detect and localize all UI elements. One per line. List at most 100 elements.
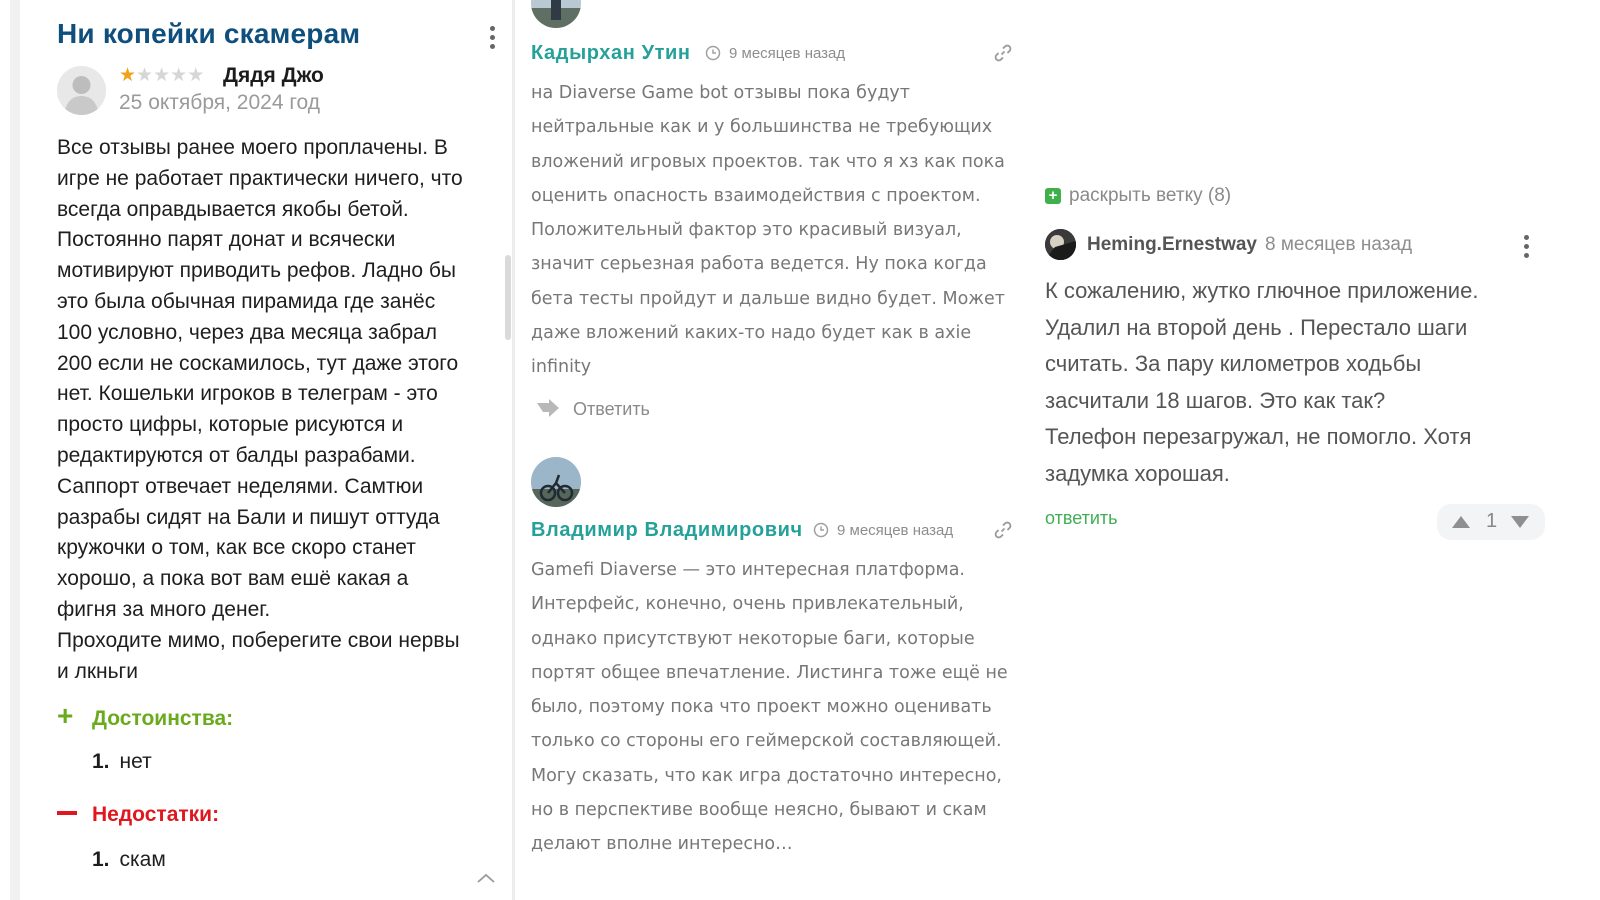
comment-line: нейтральные как и у большинства не требу… [531, 117, 993, 138]
comments-list: Кадырхан Утин 9 месяцев назад на Diavers… [515, 0, 1035, 900]
plus-icon: + [57, 700, 74, 731]
star-icon: ★ [136, 65, 154, 86]
comment-line: делают вполне интересно… [531, 834, 793, 855]
star-icon: ★ [187, 65, 205, 86]
star-icon: ★ [170, 65, 188, 86]
more-options-icon[interactable] [1524, 235, 1530, 261]
vote-widget: 1 [1437, 504, 1545, 540]
pros-heading: + Достоинства: [57, 700, 234, 731]
comment-line: однако присутствуют некоторые баги, кото… [531, 628, 975, 649]
avatar[interactable] [57, 66, 106, 115]
comment-line: вложений игровых проектов. так что я хз … [531, 151, 1005, 172]
avatar[interactable] [1045, 229, 1076, 260]
cons-text: скам [119, 848, 166, 871]
comment-author[interactable]: Кадырхан Утин [531, 42, 691, 65]
review-line: редактируются от балды разрабами. [57, 443, 416, 467]
comment-line: засчитали 18 шагов. Это как так? [1045, 387, 1386, 413]
review-line: нет. Кошельки игроков в телеграм - это [57, 382, 438, 406]
comment-line: К сожалению, жутко глючное приложение. [1045, 278, 1479, 303]
comment-line: значит серьезная работа ведется. Ну пока… [531, 254, 987, 275]
minus-icon [57, 811, 77, 815]
comment-line: Положительный фактор это красивый визуал… [531, 220, 962, 241]
comment-line: только со стороны его геймерской составл… [531, 731, 1002, 752]
vote-count: 1 [1486, 510, 1498, 532]
review-author[interactable]: Дядя Джо [223, 64, 324, 88]
comment-line: infinity [531, 357, 592, 378]
review-line: просто цифры, которые рисуются и [57, 413, 404, 437]
comment-line: было, поэтому пока что проект можно оцен… [531, 697, 992, 718]
comment-line: оценить опасность взаимодействия с проек… [531, 185, 981, 206]
comment-time-text: 9 месяцев назад [837, 522, 954, 539]
avatar[interactable] [531, 457, 581, 507]
expand-thread-button[interactable]: + раскрыть ветку (8) [1045, 185, 1231, 207]
comment-line: но в перспективе вообще неясно, бывают и… [531, 800, 987, 821]
comment-time-text: 9 месяцев назад [729, 45, 846, 62]
comment-line: задумка хорошая. [1045, 460, 1230, 486]
review-line: 200 если не соскамилось, тут даже этого [57, 351, 459, 375]
pros-list-item: 1. нет [92, 750, 152, 774]
review-line: мотивируют приводить рефов. Ладно бы [57, 259, 456, 283]
review-card: Ни копейки скамерам ★★★★★ Дядя Джо 25 ок… [10, 0, 515, 900]
review-line: всегда оправдывается якобы бетой. [57, 197, 409, 221]
comment-time: 8 месяцев назад [1265, 234, 1413, 255]
comment-line: бета тесты пройдут и дальше видно будет.… [531, 288, 1006, 309]
comment-line: считать. За пару километров ходьбы [1045, 351, 1422, 376]
comment-line: на Diaverse Game bot отзывы пока будут [531, 83, 910, 103]
expand-thread-label: раскрыть ветку (8) [1069, 185, 1232, 206]
review-title[interactable]: Ни копейки скамерам [57, 18, 360, 50]
comment-line: Интерфейс, конечно, очень привлекательны… [531, 594, 964, 615]
review-date: 25 октября, 2024 год [119, 91, 321, 114]
clock-icon [813, 522, 829, 538]
comment-author[interactable]: Heming.Ernestway [1087, 234, 1257, 256]
review-line: 100 условно, через два месяца забрал [57, 320, 438, 344]
reply-button[interactable]: ответить [1045, 508, 1118, 529]
pros-label: Достоинства: [92, 707, 234, 730]
comment-time: 9 месяцев назад [813, 522, 953, 539]
review-line: Все отзывы ранее моего проплачены. В [57, 136, 448, 159]
comment-line: портят общее впечатление. Листинга тоже … [531, 662, 1008, 683]
comment-text: на Diaverse Game bot отзывы пока будут н… [531, 76, 1021, 385]
rating-stars: ★★★★★ [119, 64, 204, 87]
expand-plus-icon: + [1045, 188, 1061, 204]
review-line: и лкньги [57, 659, 138, 683]
review-line: Постоянно парят донат и всячески [57, 228, 396, 252]
reply-button[interactable]: Ответить [535, 399, 650, 420]
cons-list-item: 1. скам [92, 848, 166, 872]
review-line: Проходите мимо, поберегите свои нервы [57, 628, 460, 652]
comment-line: Удалил на второй день . Перестало шаги [1045, 314, 1468, 340]
review-line: разрабы сидят на Бали и пишут оттуда [57, 505, 440, 529]
comment-author[interactable]: Владимир Владимирович [531, 519, 803, 542]
upvote-icon[interactable] [1451, 515, 1471, 529]
list-number: 1. [92, 848, 110, 871]
comment-line: Телефон перезагружал, не помогло. Хотя [1045, 424, 1472, 449]
review-line: фигня за много денег. [57, 597, 271, 621]
cons-label: Недостатки: [92, 803, 220, 826]
chevron-up-icon[interactable] [476, 872, 496, 884]
more-options-icon[interactable] [488, 26, 496, 52]
link-icon[interactable] [993, 520, 1013, 540]
reply-arrow-icon [537, 399, 559, 417]
review-text: Все отзывы ранее моего проплачены. В игр… [57, 133, 502, 687]
reply-label: Ответить [573, 399, 650, 419]
star-icon: ★ [153, 65, 171, 86]
star-icon: ★ [119, 65, 137, 86]
list-number: 1. [92, 750, 110, 773]
cons-heading: Недостатки: [57, 803, 219, 827]
comment-line: даже вложений каких-то надо будет как в … [531, 323, 972, 344]
comment-time: 9 месяцев назад [705, 45, 845, 62]
pros-text: нет [119, 750, 152, 773]
review-line: Саппорт отвечает неделями. Самтюи [57, 474, 424, 498]
review-line: игре не работает практически ничего, что [57, 166, 463, 190]
review-line: хорошо, а пока вот вам ешё какая а [57, 567, 409, 591]
comment-text: Gamefi Diaverse — это интересная платфор… [531, 553, 1021, 862]
link-icon[interactable] [993, 43, 1013, 63]
comment-text: К сожалению, жутко глючное приложение. У… [1045, 273, 1550, 492]
avatar[interactable] [531, 0, 581, 28]
clock-icon [705, 45, 721, 61]
comment-line: Могу сказать, что как игра достаточно ин… [531, 765, 1002, 786]
review-line: кружочки о том, как все скоро станет [57, 536, 416, 560]
downvote-icon[interactable] [1510, 515, 1530, 529]
scrollbar[interactable] [505, 255, 511, 340]
review-line: это была обычная пирамида где занёс [57, 289, 436, 313]
comment-thread: + раскрыть ветку (8) Heming.Ernestway 8 м… [1035, 0, 1600, 900]
